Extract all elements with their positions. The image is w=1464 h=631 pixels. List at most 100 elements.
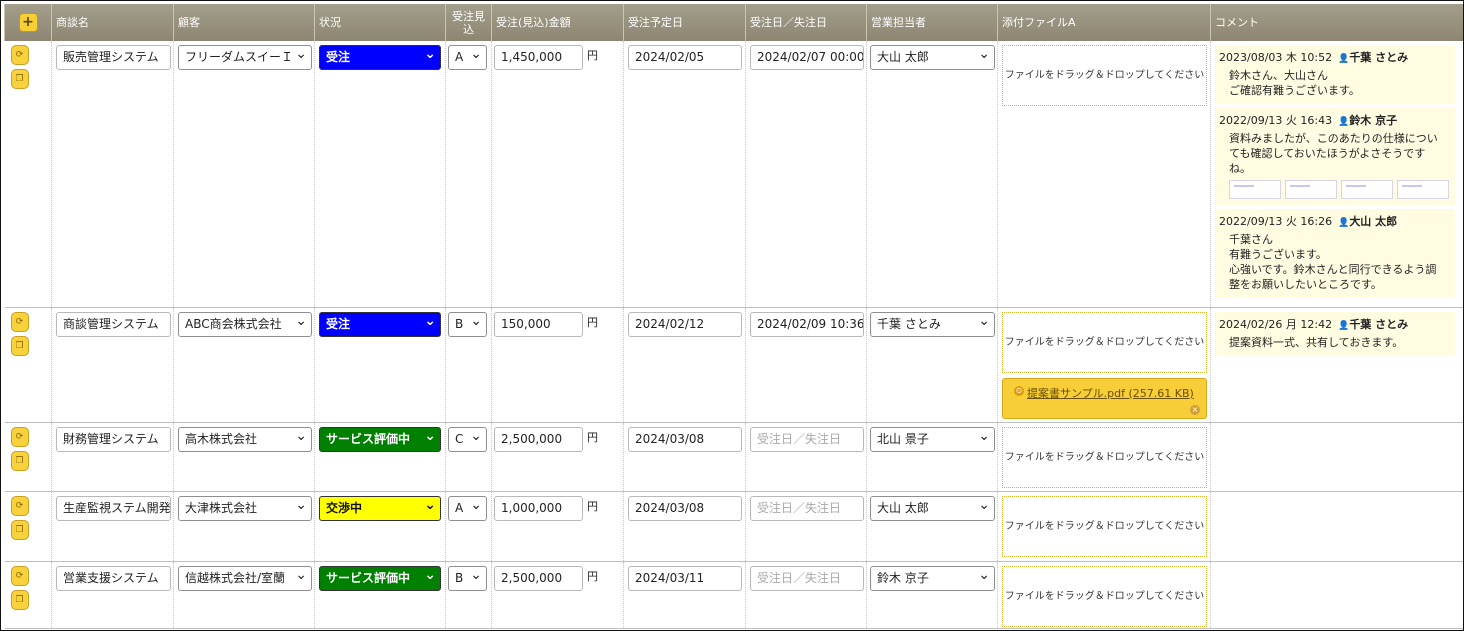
table-row: ⟳ ❐ 生産監視ステム開発 大津株式会社 ⌄ 交渉中 ⌄ A ⌄ 1,000,000 円 2024/0… bbox=[4, 491, 1463, 562]
closed-date-cell: 2024/02/07 00:00:( bbox=[745, 41, 867, 308]
status-select-value: 受注 bbox=[326, 316, 351, 331]
deal-name-input[interactable]: 生産監視ステム開発 bbox=[56, 495, 171, 521]
col-header-planned-date[interactable]: 受注予定日 bbox=[623, 4, 746, 41]
planned-date-input[interactable]: 2024/02/12 bbox=[628, 311, 742, 337]
deal-name-input[interactable]: 商談管理システム bbox=[56, 311, 171, 337]
amount-input[interactable]: 1,000,000 bbox=[494, 495, 583, 521]
planned-date-input[interactable]: 2024/03/11 bbox=[628, 565, 742, 591]
probability-select[interactable]: A ⌄ bbox=[448, 45, 487, 70]
image-thumbnail[interactable] bbox=[1340, 180, 1393, 199]
comment-timestamp: 2024/02/26 月 12:42 bbox=[1219, 317, 1333, 331]
file-drop-zone[interactable]: ファイルをドラッグ＆ドロップしてください bbox=[1002, 426, 1207, 488]
file-drop-zone[interactable]: ファイルをドラッグ＆ドロップしてください bbox=[1002, 311, 1207, 373]
planned-date-cell: 2024/02/12 bbox=[623, 307, 746, 423]
copy-row-icon[interactable]: ❐ bbox=[10, 335, 29, 356]
edit-row-icon[interactable]: ⟳ bbox=[10, 495, 29, 516]
comment-author: 大山 太郎 bbox=[1349, 215, 1398, 228]
chevron-down-icon: ⌄ bbox=[424, 427, 436, 444]
col-header-comment[interactable]: コメント bbox=[1210, 4, 1463, 41]
sales-rep-select[interactable]: 北山 景子 ⌄ bbox=[870, 426, 995, 452]
customer-select[interactable]: フリーダムスイーＩ ⌄ bbox=[178, 45, 312, 70]
image-thumbnail[interactable] bbox=[1396, 180, 1449, 199]
chevron-down-icon: ⌄ bbox=[295, 566, 307, 583]
closed-date-input[interactable]: 2024/02/09 10:36:3 bbox=[750, 311, 864, 337]
comment-header: 2023/08/03 木 10:52 👤千葉 さとみ bbox=[1219, 49, 1449, 65]
col-header-amount[interactable]: 受注(見込)金額 bbox=[491, 4, 624, 41]
probability-cell: B ⌄ bbox=[445, 561, 492, 629]
status-select[interactable]: 受注 ⌄ bbox=[319, 45, 441, 70]
copy-row-icon[interactable]: ❐ bbox=[10, 450, 29, 471]
status-select[interactable]: サービス評価中 ⌄ bbox=[319, 426, 441, 452]
sales-rep-select[interactable]: 鈴木 京子 ⌄ bbox=[870, 565, 995, 591]
chevron-down-icon: ⌄ bbox=[978, 312, 990, 329]
yen-unit-label: 円 bbox=[587, 499, 598, 513]
status-select[interactable]: 交渉中 ⌄ bbox=[319, 495, 441, 521]
planned-date-input[interactable]: 2024/03/08 bbox=[628, 495, 742, 521]
col-header-probability[interactable]: 受注見込 bbox=[445, 4, 492, 41]
header-row: + 商談名 顧客 状況 受注見込 受注(見込)金額 受注予定日 受注日／失注日 … bbox=[4, 4, 1463, 41]
col-header-sales-rep[interactable]: 営業担当者 bbox=[866, 4, 998, 41]
copy-row-icon[interactable]: ❐ bbox=[10, 69, 29, 89]
image-thumbnail[interactable] bbox=[1284, 180, 1337, 199]
sales-rep-select[interactable]: 千葉 さとみ ⌄ bbox=[870, 311, 995, 337]
deal-name-input[interactable]: 販売管理システム bbox=[56, 45, 171, 70]
deal-name-cell: 営業支援システム bbox=[51, 561, 174, 629]
closed-date-input[interactable]: 受注日／失注日 bbox=[750, 426, 864, 452]
row-actions-cell: ⟳ ❐ bbox=[4, 41, 52, 308]
deal-name-input[interactable]: 営業支援システム bbox=[56, 565, 171, 591]
comment-cell bbox=[1210, 491, 1463, 562]
col-header-attachment[interactable]: 添付ファイルA bbox=[997, 4, 1211, 41]
comment-text: 資料みましたが、このあたりの仕様につい ても確認しておいたほうがよさそうです ね… bbox=[1229, 132, 1438, 175]
amount-input[interactable]: 1,450,000 bbox=[494, 45, 583, 70]
copy-row-icon[interactable]: ❐ bbox=[10, 589, 29, 610]
closed-date-input[interactable]: 2024/02/07 00:00:( bbox=[750, 45, 864, 70]
status-select[interactable]: 受注 ⌄ bbox=[319, 311, 441, 337]
user-icon: 👤 bbox=[1338, 54, 1350, 64]
attached-file-link[interactable]: 提案書サンプル.pdf (257.61 KB) bbox=[1027, 385, 1194, 401]
amount-input[interactable]: 150,000 bbox=[494, 311, 583, 337]
status-cell: 受注 ⌄ bbox=[314, 41, 446, 308]
col-header-status[interactable]: 状況 bbox=[314, 4, 446, 41]
image-thumbnail[interactable] bbox=[1229, 180, 1281, 199]
copy-row-icon[interactable]: ❐ bbox=[10, 519, 29, 540]
planned-date-input[interactable]: 2024/03/08 bbox=[628, 426, 742, 452]
status-select[interactable]: サービス評価中 ⌄ bbox=[319, 565, 441, 591]
customer-select[interactable]: 高木株式会社 ⌄ bbox=[178, 426, 312, 452]
comment-author: 千葉 さとみ bbox=[1349, 317, 1409, 331]
col-header-closed-date[interactable]: 受注日／失注日 bbox=[745, 4, 867, 41]
planned-date-input[interactable]: 2024/02/05 bbox=[628, 45, 742, 70]
customer-select[interactable]: 大津株式会社 ⌄ bbox=[178, 495, 312, 521]
edit-row-icon[interactable]: ⟳ bbox=[10, 426, 29, 447]
amount-input[interactable]: 2,500,000 bbox=[494, 565, 583, 591]
probability-select[interactable]: C ⌄ bbox=[448, 426, 487, 452]
deal-name-input[interactable]: 財務管理システム bbox=[56, 426, 171, 452]
edit-row-icon[interactable]: ⟳ bbox=[10, 565, 29, 586]
col-header-customer[interactable]: 顧客 bbox=[173, 4, 315, 41]
closed-date-input[interactable]: 受注日／失注日 bbox=[750, 495, 864, 521]
comment-header: 2024/02/26 月 12:42 👤千葉 さとみ bbox=[1219, 316, 1449, 332]
customer-cell: 信越株式会社/室蘭 ⌄ bbox=[173, 561, 315, 629]
probability-select[interactable]: A ⌄ bbox=[448, 495, 487, 521]
customer-select[interactable]: 信越株式会社/室蘭 ⌄ bbox=[178, 565, 312, 591]
sales-rep-select[interactable]: 大山 太郎 ⌄ bbox=[870, 45, 995, 70]
file-drop-zone[interactable]: ファイルをドラッグ＆ドロップしてください bbox=[1002, 565, 1207, 627]
edit-row-icon[interactable]: ⟳ bbox=[10, 45, 29, 65]
comment-cell bbox=[1210, 422, 1463, 492]
remove-file-icon[interactable]: × bbox=[1190, 404, 1200, 415]
customer-select-value: 大津株式会社 bbox=[185, 500, 258, 515]
amount-cell: 1,000,000 円 bbox=[491, 491, 624, 562]
add-row-button[interactable]: + bbox=[18, 13, 38, 32]
attached-file[interactable]: ⊙ 提案書サンプル.pdf (257.61 KB) × bbox=[1002, 377, 1207, 419]
attachment-cell: ファイルをドラッグ＆ドロップしてください bbox=[997, 41, 1211, 308]
file-drop-zone[interactable]: ファイルをドラッグ＆ドロップしてください bbox=[1002, 495, 1207, 557]
probability-select[interactable]: B ⌄ bbox=[448, 565, 487, 591]
edit-row-icon[interactable]: ⟳ bbox=[10, 311, 29, 332]
closed-date-input[interactable]: 受注日／失注日 bbox=[750, 565, 864, 591]
customer-select[interactable]: ABC商会株式会社 ⌄ bbox=[178, 311, 312, 337]
col-header-deal-name[interactable]: 商談名 bbox=[51, 4, 174, 41]
probability-select[interactable]: B ⌄ bbox=[448, 311, 487, 337]
sales-rep-select[interactable]: 大山 太郎 ⌄ bbox=[870, 495, 995, 521]
amount-input[interactable]: 2,500,000 bbox=[494, 426, 583, 452]
file-drop-zone[interactable]: ファイルをドラッグ＆ドロップしてください bbox=[1002, 45, 1207, 106]
probability-select-value: A bbox=[455, 500, 464, 515]
